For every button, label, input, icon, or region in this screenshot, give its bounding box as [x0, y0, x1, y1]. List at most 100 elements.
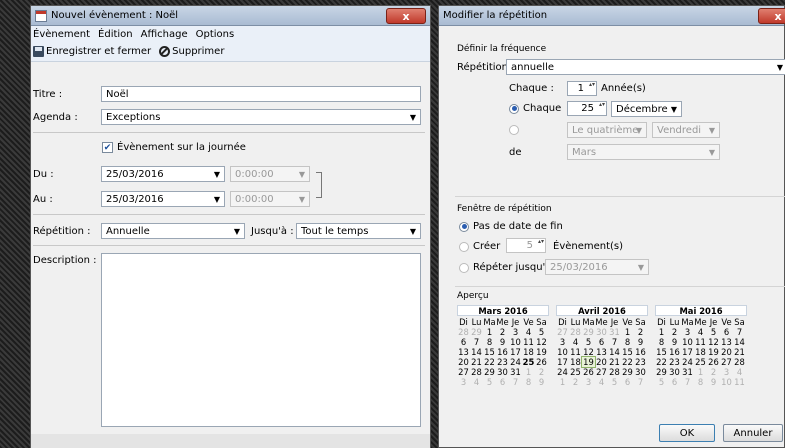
calendar-day[interactable]: 19	[535, 347, 548, 357]
calendar-day[interactable]: 23	[668, 357, 681, 367]
repeat-type-select[interactable]: annuelle ▼	[506, 59, 785, 75]
calendar-day[interactable]: 9	[496, 337, 509, 347]
calendar-day[interactable]: 9	[634, 337, 647, 347]
calendar-day[interactable]: 26	[582, 367, 595, 377]
calendar-day[interactable]: 7	[608, 337, 621, 347]
no-end-row[interactable]: Pas de date de fin	[459, 221, 563, 232]
calendar-day[interactable]: 7	[634, 377, 647, 387]
calendar-day[interactable]: 30	[496, 367, 509, 377]
de-month-select[interactable]: Mars ▼	[567, 144, 720, 160]
calendar-day[interactable]: 2	[668, 327, 681, 337]
calendar-day[interactable]: 6	[720, 327, 733, 337]
calendar-day[interactable]: 6	[595, 337, 608, 347]
calendar-day[interactable]: 27	[720, 357, 733, 367]
calendar-day[interactable]: 6	[621, 377, 634, 387]
calendar-day[interactable]: 1	[655, 327, 668, 337]
calendar-day[interactable]: 24	[509, 357, 522, 367]
calendar-day[interactable]: 10	[720, 377, 733, 387]
calendar-day[interactable]: 1	[694, 367, 707, 377]
calendar-day[interactable]: 8	[522, 377, 535, 387]
close-button[interactable]: x	[386, 8, 426, 24]
calendar-day[interactable]: 5	[582, 337, 595, 347]
calendar-day[interactable]: 7	[470, 337, 483, 347]
calendar-day[interactable]: 28	[608, 367, 621, 377]
menu-evenement[interactable]: Évènement	[33, 29, 90, 40]
calendar-day[interactable]: 1	[483, 327, 496, 337]
calendar-day[interactable]: 28	[457, 327, 470, 337]
calendar-day[interactable]: 27	[595, 367, 608, 377]
calendar-day[interactable]: 29	[470, 327, 483, 337]
calendar-day[interactable]: 26	[535, 357, 548, 367]
calendar-day[interactable]: 3	[720, 367, 733, 377]
calendar-day[interactable]: 5	[655, 377, 668, 387]
repeat-select[interactable]: Annuelle ▼	[101, 223, 245, 239]
calendar-day[interactable]: 20	[595, 357, 608, 367]
calendar-day[interactable]: 19	[581, 356, 596, 368]
nth-select[interactable]: Le quatrième ▼	[567, 122, 647, 138]
calendar-day[interactable]: 5	[707, 327, 720, 337]
agenda-select[interactable]: Exceptions ▼	[101, 109, 421, 125]
calendar-day[interactable]: 19	[707, 347, 720, 357]
calendar-day[interactable]: 20	[457, 357, 470, 367]
calendar-day[interactable]: 12	[535, 337, 548, 347]
link-times-icon[interactable]	[316, 172, 322, 198]
calendar-day[interactable]: 16	[496, 347, 509, 357]
calendar-day[interactable]: 17	[681, 347, 694, 357]
calendar-day[interactable]: 2	[634, 327, 647, 337]
calendar-day[interactable]: 8	[655, 337, 668, 347]
calendar-day[interactable]: 16	[668, 347, 681, 357]
create-radio[interactable]	[459, 241, 469, 252]
calendar-day[interactable]: 6	[457, 337, 470, 347]
calendar-day[interactable]: 7	[733, 327, 746, 337]
calendar-day[interactable]: 5	[608, 377, 621, 387]
menu-affichage[interactable]: Affichage	[141, 29, 188, 40]
calendar-day[interactable]: 27	[457, 367, 470, 377]
day-spinner[interactable]: 25	[567, 101, 607, 116]
until-radio[interactable]	[459, 262, 469, 273]
nth-row[interactable]	[509, 125, 523, 135]
calendar-day[interactable]: 10	[556, 347, 569, 357]
calendar-day[interactable]: 22	[655, 357, 668, 367]
calendar-day[interactable]: 29	[483, 367, 496, 377]
calendar-day[interactable]: 3	[681, 327, 694, 337]
calendar-day[interactable]: 8	[621, 337, 634, 347]
delete-button[interactable]: Supprimer	[159, 46, 224, 57]
calendar-day[interactable]: 29	[655, 367, 668, 377]
calendar-day[interactable]: 21	[470, 357, 483, 367]
chaque-row[interactable]: Chaque	[509, 103, 561, 114]
calendar-day[interactable]: 5	[483, 377, 496, 387]
du-date-input[interactable]: 25/03/2016 ▼	[101, 166, 225, 182]
calendar-day[interactable]: 11	[694, 337, 707, 347]
calendar-day[interactable]: 28	[569, 327, 582, 337]
calendar-day[interactable]: 30	[668, 367, 681, 377]
calendar-day[interactable]: 25	[694, 357, 707, 367]
calendar-day[interactable]: 4	[569, 337, 582, 347]
calendar-day[interactable]: 4	[595, 377, 608, 387]
calendar-day[interactable]: 24	[681, 357, 694, 367]
month-select[interactable]: Décembre ▼	[611, 101, 682, 117]
calendar-day[interactable]: 22	[483, 357, 496, 367]
calendar-day[interactable]: 2	[535, 367, 548, 377]
calendar-day[interactable]: 25	[569, 367, 582, 377]
calendar-day[interactable]: 4	[733, 367, 746, 377]
calendar-day[interactable]: 9	[707, 377, 720, 387]
calendar-day[interactable]: 18	[694, 347, 707, 357]
calendar-day[interactable]: 31	[509, 367, 522, 377]
calendar-day[interactable]: 1	[556, 377, 569, 387]
calendar-day[interactable]: 10	[509, 337, 522, 347]
calendar-day[interactable]: 27	[556, 327, 569, 337]
calendar-day[interactable]: 28	[733, 357, 746, 367]
calendar-day[interactable]: 26	[707, 357, 720, 367]
close-button[interactable]: x	[758, 8, 785, 24]
menu-options[interactable]: Options	[196, 29, 235, 40]
calendar-day[interactable]: 28	[470, 367, 483, 377]
calendar-day[interactable]: 9	[535, 377, 548, 387]
calendar-day[interactable]: 31	[681, 367, 694, 377]
weekday-select[interactable]: Vendredi ▼	[652, 122, 720, 138]
calendar-day[interactable]: 2	[569, 377, 582, 387]
calendar-day[interactable]: 4	[470, 377, 483, 387]
calendar-day[interactable]: 18	[569, 357, 582, 367]
calendar-day[interactable]: 7	[681, 377, 694, 387]
calendar-day[interactable]: 8	[694, 377, 707, 387]
calendar-day[interactable]: 29	[621, 367, 634, 377]
